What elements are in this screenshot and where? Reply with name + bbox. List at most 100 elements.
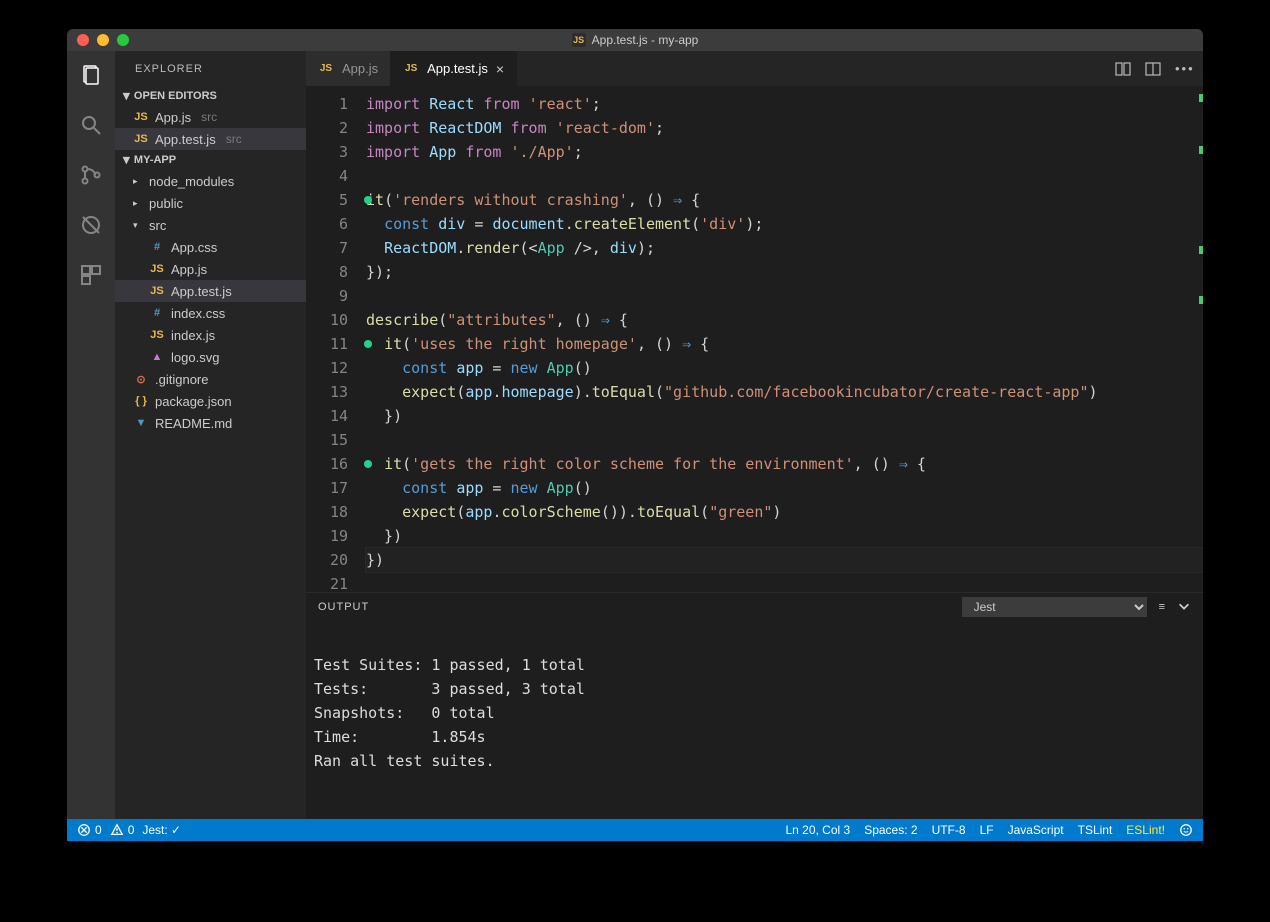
editor-tab[interactable]: JSApp.test.js× <box>391 51 517 86</box>
chevron-down-icon: ▶ <box>121 93 132 100</box>
file-item[interactable]: JSindex.js <box>115 324 306 346</box>
status-language[interactable]: JavaScript <box>1008 823 1064 837</box>
app-window: JS App.test.js - my-app EXPLORER <box>67 29 1203 841</box>
code-line[interactable]: describe("attributes", () ⇒ { <box>366 308 1203 332</box>
window-controls <box>67 34 129 46</box>
svg-file-icon: ▲ <box>149 351 165 363</box>
window-title: JS App.test.js - my-app <box>67 33 1203 47</box>
project-section[interactable]: ▶MY-APP <box>115 150 306 170</box>
file-item[interactable]: ⊙.gitignore <box>115 368 306 390</box>
extensions-icon[interactable] <box>77 261 105 289</box>
chevron-icon: ▸ <box>133 198 143 209</box>
code-line[interactable]: expect(app.homepage).toEqual("github.com… <box>366 380 1203 404</box>
code-line[interactable]: }) <box>366 548 1203 572</box>
git-file-icon: ⊙ <box>133 373 149 386</box>
chevron-icon: ▾ <box>133 220 143 231</box>
js-file-icon: JS <box>403 63 419 74</box>
file-item[interactable]: ▼README.md <box>115 412 306 434</box>
code-line[interactable] <box>366 572 1203 592</box>
activity-bar <box>67 51 115 819</box>
status-spaces[interactable]: Spaces: 2 <box>864 823 917 837</box>
code-line[interactable]: }) <box>366 404 1203 428</box>
status-warnings[interactable]: 0 <box>110 823 135 837</box>
folder-item[interactable]: ▾src <box>115 214 306 236</box>
open-editor-item[interactable]: JSApp.jssrc <box>115 106 306 128</box>
code-area[interactable]: import React from 'react';import ReactDO… <box>366 86 1203 592</box>
source-control-icon[interactable] <box>77 161 105 189</box>
line-gutter: 123456789101112131415161718192021 <box>306 86 366 592</box>
compare-icon[interactable] <box>1115 61 1131 77</box>
titlebar: JS App.test.js - my-app <box>67 29 1203 51</box>
search-icon[interactable] <box>77 111 105 139</box>
maximize-window-icon[interactable] <box>117 34 129 46</box>
js-file-icon: JS <box>318 63 334 74</box>
explorer-sidebar: EXPLORER ▶OPEN EDITORS JSApp.jssrcJSApp.… <box>115 51 306 819</box>
status-eol[interactable]: LF <box>980 823 994 837</box>
panel-title[interactable]: OUTPUT <box>318 601 369 613</box>
panel-chevron-icon[interactable] <box>1177 599 1191 616</box>
code-line[interactable]: expect(app.colorScheme()).toEqual("green… <box>366 500 1203 524</box>
debug-icon[interactable] <box>77 211 105 239</box>
code-line[interactable]: }); <box>366 260 1203 284</box>
js-file-icon: JS <box>133 133 149 145</box>
close-tab-icon[interactable]: × <box>496 61 504 77</box>
file-item[interactable]: { }package.json <box>115 390 306 412</box>
status-jest[interactable]: Jest: ✓ <box>142 823 181 837</box>
code-line[interactable]: const app = new App() <box>366 356 1203 380</box>
code-line[interactable]: import App from './App'; <box>366 140 1203 164</box>
code-editor[interactable]: 123456789101112131415161718192021 import… <box>306 86 1203 592</box>
output-channel-select[interactable]: Jest <box>962 597 1147 617</box>
code-line[interactable] <box>366 164 1203 188</box>
code-line[interactable]: ReactDOM.render(<App />, div); <box>366 236 1203 260</box>
test-pass-icon <box>364 340 372 348</box>
code-line[interactable]: it('gets the right color scheme for the … <box>366 452 1203 476</box>
file-item[interactable]: #App.css <box>115 236 306 258</box>
window-title-text: App.test.js - my-app <box>592 33 699 47</box>
file-item[interactable]: JSApp.js <box>115 258 306 280</box>
file-item[interactable]: JSApp.test.js <box>115 280 306 302</box>
output-text[interactable]: Test Suites: 1 passed, 1 total Tests: 3 … <box>306 621 1203 819</box>
tab-bar: JSApp.jsJSApp.test.js× ••• <box>306 51 1203 86</box>
status-feedback-icon[interactable] <box>1179 823 1193 837</box>
test-pass-icon <box>364 196 372 204</box>
code-line[interactable]: import React from 'react'; <box>366 92 1203 116</box>
js-file-icon: JS <box>149 285 165 297</box>
code-line[interactable]: const app = new App() <box>366 476 1203 500</box>
status-eslint[interactable]: ESLint! <box>1126 823 1165 837</box>
css-file-icon: # <box>149 241 165 253</box>
folder-item[interactable]: ▸public <box>115 192 306 214</box>
sidebar-header: EXPLORER <box>115 51 306 86</box>
minimap[interactable] <box>1189 86 1203 592</box>
file-item[interactable]: ▲logo.svg <box>115 346 306 368</box>
folder-item[interactable]: ▸node_modules <box>115 170 306 192</box>
output-panel: OUTPUT Jest ≡ Test Suites: 1 passed, 1 t… <box>306 592 1203 819</box>
status-errors[interactable]: 0 <box>77 823 102 837</box>
code-line[interactable] <box>366 428 1203 452</box>
editor-tab[interactable]: JSApp.js <box>306 51 391 86</box>
code-line[interactable]: import ReactDOM from 'react-dom'; <box>366 116 1203 140</box>
status-encoding[interactable]: UTF-8 <box>932 823 966 837</box>
chevron-icon: ▸ <box>133 176 143 187</box>
code-line[interactable]: it('uses the right homepage', () ⇒ { <box>366 332 1203 356</box>
open-editor-item[interactable]: JSApp.test.jssrc <box>115 128 306 150</box>
file-item[interactable]: #index.css <box>115 302 306 324</box>
json-file-icon: { } <box>133 395 149 407</box>
open-editors-section[interactable]: ▶OPEN EDITORS <box>115 86 306 106</box>
clear-output-icon[interactable]: ≡ <box>1159 601 1165 613</box>
status-tslint[interactable]: TSLint <box>1078 823 1113 837</box>
split-editor-icon[interactable] <box>1145 61 1161 77</box>
js-file-icon: JS <box>133 111 149 123</box>
minimize-window-icon[interactable] <box>97 34 109 46</box>
code-line[interactable] <box>366 284 1203 308</box>
code-line[interactable]: }) <box>366 524 1203 548</box>
close-window-icon[interactable] <box>77 34 89 46</box>
explorer-icon[interactable] <box>77 61 105 89</box>
js-file-icon: JS <box>149 329 165 341</box>
editor-group: JSApp.jsJSApp.test.js× ••• 1234567891011… <box>306 51 1203 819</box>
status-cursor[interactable]: Ln 20, Col 3 <box>785 823 850 837</box>
code-line[interactable]: it('renders without crashing', () ⇒ { <box>366 188 1203 212</box>
code-line[interactable]: const div = document.createElement('div'… <box>366 212 1203 236</box>
more-icon[interactable]: ••• <box>1175 61 1191 77</box>
css-file-icon: # <box>149 307 165 319</box>
js-file-icon: JS <box>149 263 165 275</box>
